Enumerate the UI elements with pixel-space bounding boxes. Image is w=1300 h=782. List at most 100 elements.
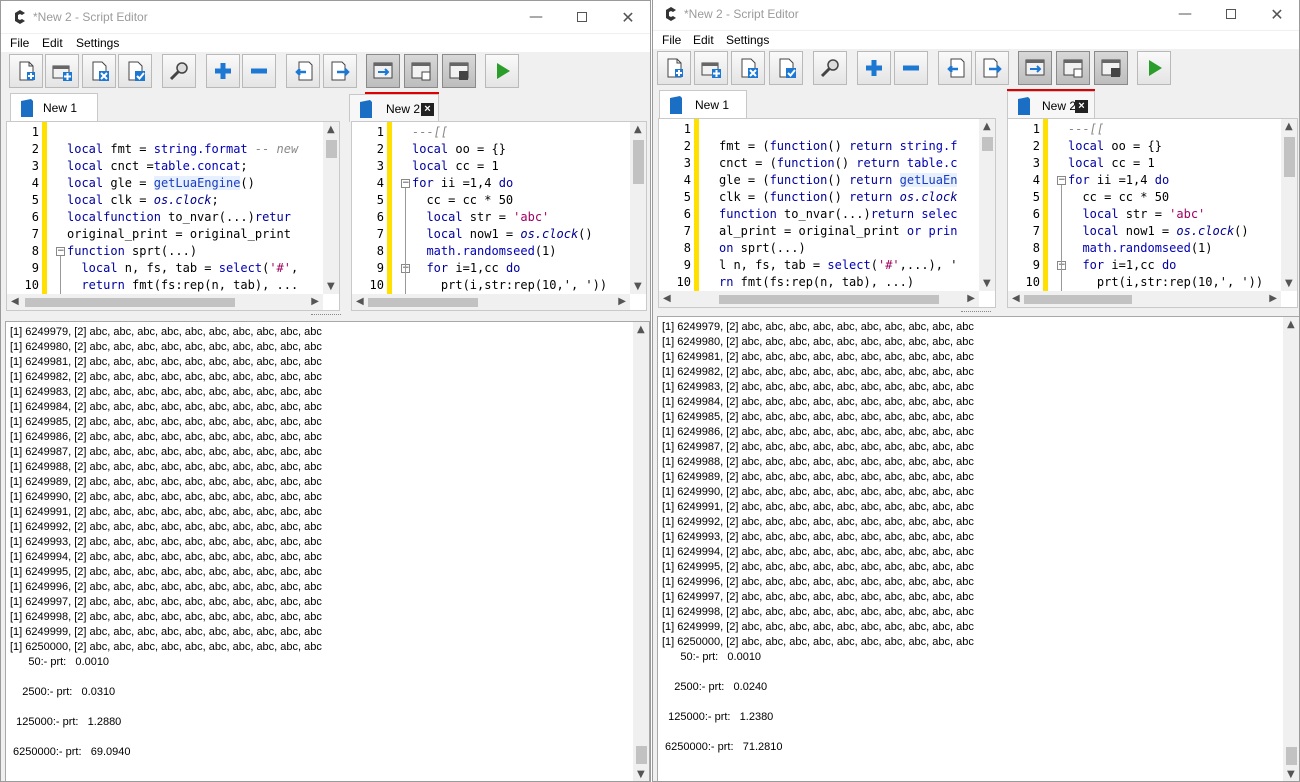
scrollbar-thumb[interactable] — [368, 298, 478, 307]
scroll-right-icon[interactable]: ▶ — [1269, 293, 1277, 304]
scrollbar-thumb[interactable] — [1286, 747, 1297, 765]
menu-settings[interactable]: Settings — [726, 33, 769, 47]
scroll-up-icon[interactable]: ▲ — [327, 124, 335, 135]
scroll-down-icon[interactable]: ▼ — [634, 281, 642, 292]
run-button[interactable] — [1137, 51, 1171, 85]
search-button[interactable] — [813, 51, 847, 85]
undo-button[interactable] — [286, 54, 320, 88]
scroll-up-icon[interactable]: ▲ — [634, 124, 642, 135]
output-console[interactable]: [1] 6249979, [2] abc, abc, abc, abc, abc… — [5, 321, 650, 781]
minimize-button[interactable]: — — [513, 1, 559, 33]
vertical-scrollbar[interactable]: ▲ ▼ — [630, 122, 646, 294]
scroll-left-icon[interactable]: ◀ — [663, 293, 671, 304]
layout-3-button[interactable] — [1094, 51, 1128, 85]
scrollbar-thumb[interactable] — [636, 746, 647, 764]
minimize-button[interactable]: — — [1162, 0, 1208, 30]
scroll-right-icon[interactable]: ▶ — [618, 296, 626, 307]
output-scrollbar[interactable]: ▲ ▼ — [633, 322, 649, 781]
scrollbar-thumb[interactable] — [326, 140, 337, 158]
title-bar[interactable]: *New 2 - Script Editor — ✕ — [1, 1, 650, 33]
code-editor-new-2[interactable]: 12345678910−−---[[local oo = {}local cc … — [351, 121, 647, 311]
horizontal-scrollbar[interactable]: ◀ ▶ — [7, 294, 323, 310]
scroll-down-icon[interactable]: ▼ — [1285, 278, 1293, 289]
horizontal-scrollbar[interactable]: ◀ ▶ — [1008, 291, 1281, 307]
menu-file[interactable]: File — [10, 36, 29, 50]
layout-2-button[interactable] — [404, 54, 438, 88]
scroll-up-icon[interactable]: ▲ — [637, 324, 645, 335]
vertical-scrollbar[interactable]: ▲ ▼ — [1281, 119, 1297, 291]
vertical-scrollbar[interactable]: ▲ ▼ — [979, 119, 995, 291]
tab-new-2[interactable]: New 2 × — [349, 94, 439, 122]
close-window-button[interactable]: ✕ — [1254, 0, 1299, 30]
scroll-left-icon[interactable]: ◀ — [1012, 293, 1020, 304]
code-area[interactable]: local fmt = string.format -- new local cn… — [65, 122, 323, 294]
maximize-button[interactable] — [559, 1, 605, 33]
fold-toggle[interactable]: − — [1057, 176, 1066, 185]
scrollbar-thumb[interactable] — [633, 140, 644, 184]
scrollbar-thumb[interactable] — [1024, 295, 1132, 304]
code-area[interactable]: fmt = (function() return string.f cnct = … — [717, 119, 979, 291]
menu-settings[interactable]: Settings — [76, 36, 119, 50]
tab-new-1[interactable]: New 1 — [659, 90, 747, 118]
scroll-left-icon[interactable]: ◀ — [11, 296, 19, 307]
layout-2-button[interactable] — [1056, 51, 1090, 85]
scrollbar-thumb[interactable] — [719, 295, 939, 304]
scroll-up-icon[interactable]: ▲ — [1285, 121, 1293, 132]
vertical-scrollbar[interactable]: ▲ ▼ — [323, 122, 339, 294]
close-file-button[interactable] — [731, 51, 765, 85]
code-editor-new-2[interactable]: 12345678910−−---[[local oo = {}local cc … — [1007, 118, 1298, 308]
horizontal-scrollbar[interactable]: ◀ ▶ — [352, 294, 630, 310]
close-window-button[interactable]: ✕ — [605, 1, 650, 33]
undo-button[interactable] — [938, 51, 972, 85]
scroll-down-icon[interactable]: ▼ — [637, 769, 645, 780]
zoom-out-button[interactable] — [894, 51, 928, 85]
save-file-button[interactable] — [769, 51, 803, 85]
zoom-in-button[interactable] — [206, 54, 240, 88]
code-editor-new-1[interactable]: 1 2 3 4 5 6 7 8 9 10 − local fmt = string.format --… — [6, 121, 340, 311]
new-file-button[interactable] — [657, 51, 691, 85]
menu-edit[interactable]: Edit — [693, 33, 714, 47]
output-console[interactable]: [1] 6249979, [2] abc, abc, abc, abc, abc… — [657, 316, 1299, 781]
scrollbar-thumb[interactable] — [25, 298, 235, 307]
layout-1-button[interactable] — [366, 54, 400, 88]
tab-new-2[interactable]: New 2 × — [1007, 91, 1095, 119]
maximize-button[interactable] — [1208, 0, 1254, 30]
layout-1-button[interactable] — [1018, 51, 1052, 85]
scroll-down-icon[interactable]: ▼ — [1287, 769, 1295, 780]
zoom-in-button[interactable] — [857, 51, 891, 85]
code-editor-new-1[interactable]: 1 2 3 4 5 6 7 8 9 10 fmt = (function() return stri… — [658, 118, 996, 308]
horizontal-scrollbar[interactable]: ◀ ▶ — [659, 291, 979, 307]
fold-toggle[interactable]: − — [56, 247, 65, 256]
new-tab-button[interactable] — [45, 54, 79, 88]
new-tab-button[interactable] — [694, 51, 728, 85]
scrollbar-thumb[interactable] — [982, 137, 993, 151]
scroll-right-icon[interactable]: ▶ — [967, 293, 975, 304]
title-bar[interactable]: *New 2 - Script Editor — ✕ — [653, 0, 1299, 30]
code-area[interactable]: ---[[local oo = {} local cc = 1 for ii =1,… — [1066, 119, 1281, 291]
pane-splitter[interactable] — [1, 312, 650, 320]
save-file-button[interactable] — [118, 54, 152, 88]
run-button[interactable] — [485, 54, 519, 88]
layout-3-button[interactable] — [442, 54, 476, 88]
code-area[interactable]: ---[[local oo = {} local cc = 1 for ii =1,… — [410, 122, 630, 294]
zoom-out-button[interactable] — [242, 54, 276, 88]
fold-toggle[interactable]: − — [401, 179, 410, 188]
new-file-button[interactable] — [9, 54, 43, 88]
menu-edit[interactable]: Edit — [42, 36, 63, 50]
scrollbar-thumb[interactable] — [1284, 137, 1295, 177]
redo-button[interactable] — [323, 54, 357, 88]
scroll-right-icon[interactable]: ▶ — [311, 296, 319, 307]
redo-button[interactable] — [975, 51, 1009, 85]
scroll-left-icon[interactable]: ◀ — [356, 296, 364, 307]
scroll-down-icon[interactable]: ▼ — [327, 281, 335, 292]
output-scrollbar[interactable]: ▲ ▼ — [1283, 317, 1299, 781]
tab-new-1[interactable]: New 1 — [10, 93, 98, 121]
scroll-down-icon[interactable]: ▼ — [983, 278, 991, 289]
scroll-up-icon[interactable]: ▲ — [1287, 319, 1295, 330]
menu-file[interactable]: File — [662, 33, 681, 47]
close-tab-icon[interactable]: × — [421, 103, 434, 116]
close-tab-icon[interactable]: × — [1075, 100, 1088, 113]
search-button[interactable] — [162, 54, 196, 88]
close-file-button[interactable] — [82, 54, 116, 88]
scroll-up-icon[interactable]: ▲ — [983, 121, 991, 132]
